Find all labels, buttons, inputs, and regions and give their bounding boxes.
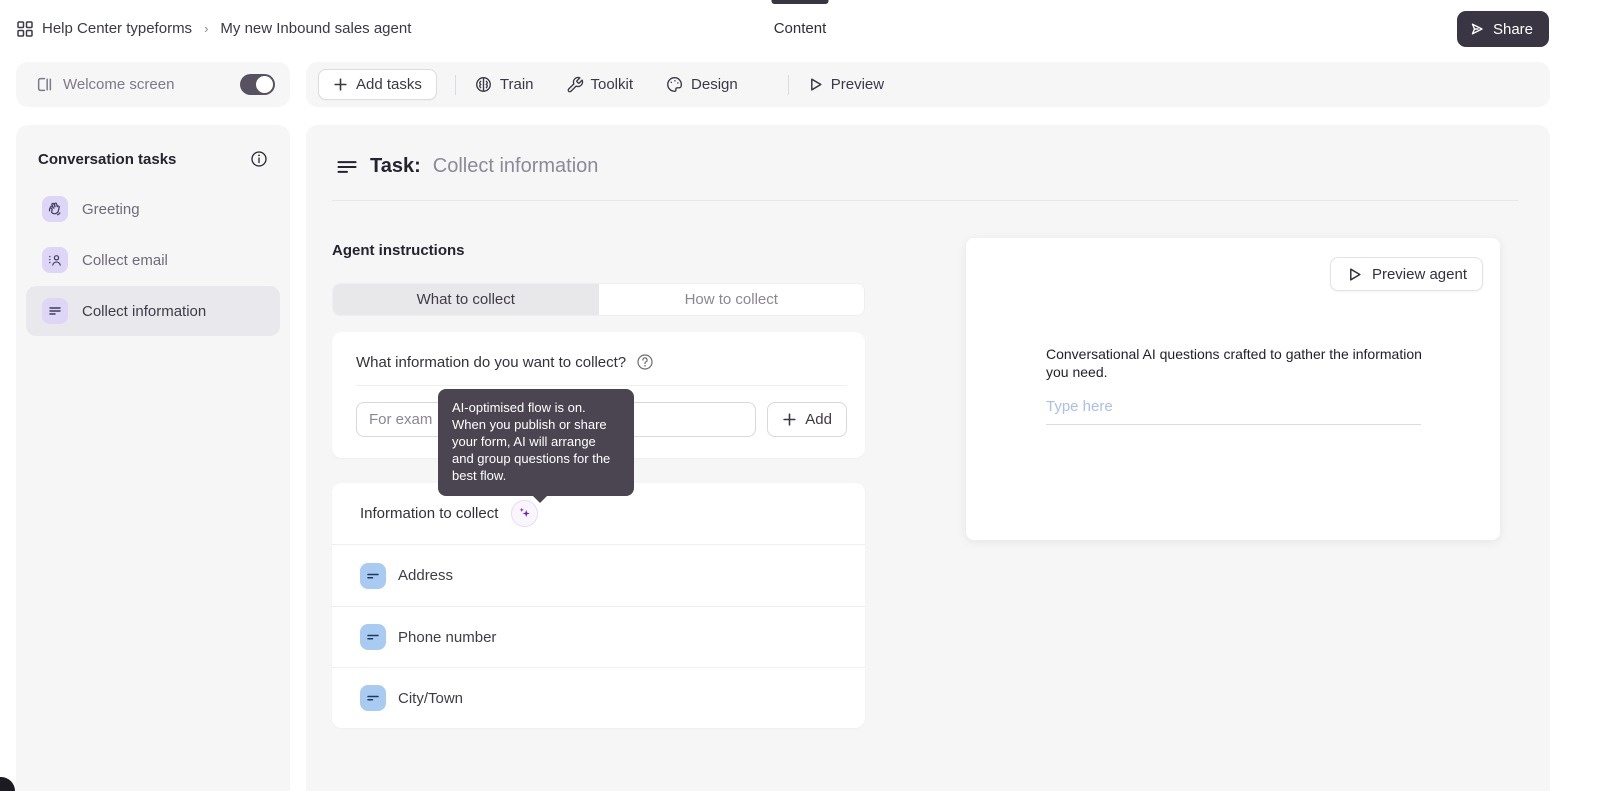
task-header: Task: Collect information (336, 155, 598, 178)
header-divider (332, 200, 1518, 201)
sidebar-item-label: Collect information (82, 302, 207, 320)
toolbar-preview-label: Preview (830, 76, 885, 93)
info-row-phone-number[interactable]: Phone number (332, 606, 865, 667)
sidebar-title: Conversation tasks (38, 150, 177, 168)
tooltip-line-2: When you publish or share your form, AI … (452, 416, 611, 483)
plus-icon (333, 77, 348, 92)
preview-agent-button[interactable]: Preview agent (1329, 257, 1483, 291)
info-card-title: Information to collect (360, 505, 499, 522)
sidebar-item-collect-information[interactable]: Collect information (26, 286, 280, 336)
tab-what-to-collect[interactable]: What to collect (333, 284, 599, 315)
top-bar: Help Center typeforms › My new Inbound s… (0, 0, 1600, 57)
sidebar-header: Conversation tasks (16, 125, 290, 168)
agent-instructions-label: Agent instructions (332, 242, 465, 259)
ai-flow-tooltip: AI-optimised flow is on. When you publis… (438, 389, 634, 504)
contact-icon (42, 247, 68, 273)
task-editor-panel: Task: Collect information Agent instruct… (306, 125, 1550, 791)
tooltip-line-1: AI-optimised flow is on. (452, 400, 586, 415)
ai-sparkle-icon[interactable] (511, 500, 539, 527)
welcome-screen-bar: Welcome screen (16, 62, 290, 107)
instruction-tabs: What to collect How to collect (332, 283, 865, 316)
sidebar-item-collect-email[interactable]: Collect email (26, 235, 280, 285)
tab-how-to-collect[interactable]: How to collect (598, 284, 864, 315)
short-text-icon (360, 685, 386, 711)
sidebar-item-greeting[interactable]: Greeting (26, 184, 280, 234)
collect-question-row: What information do you want to collect? (356, 353, 847, 371)
toolbar-design-label: Design (691, 76, 738, 93)
collect-question-label: What information do you want to collect? (356, 353, 627, 371)
add-tasks-label: Add tasks (356, 76, 422, 93)
preview-answer-input[interactable]: Type here (1046, 398, 1421, 425)
welcome-screen-toggle[interactable] (240, 74, 275, 95)
share-button[interactable]: Share (1456, 11, 1549, 47)
add-field-button[interactable]: Add (767, 402, 847, 437)
palette-icon (665, 75, 684, 94)
tab-content-label: Content (773, 20, 827, 37)
brain-icon (474, 75, 493, 94)
share-button-label: Share (1492, 20, 1533, 38)
sidebar-item-label: Collect email (82, 251, 168, 269)
breadcrumb-workspace[interactable]: Help Center typeforms (42, 20, 192, 37)
toolbar-toolkit-button[interactable]: Toolkit (566, 76, 634, 94)
toolbar-preview-button[interactable]: Preview (807, 76, 884, 93)
text-lines-icon (336, 156, 358, 178)
agent-preview-card: Preview agent Conversational AI question… (966, 238, 1500, 540)
task-title[interactable]: Collect information (433, 155, 599, 178)
toolbar-divider (454, 74, 456, 95)
plus-icon (782, 412, 797, 427)
agent-builder-app: Help Center typeforms › My new Inbound s… (0, 0, 1600, 791)
short-text-icon (360, 624, 386, 650)
sidebar-task-list: Greeting Collect email Collect informati… (16, 184, 290, 336)
info-row-city-town[interactable]: City/Town (332, 667, 865, 728)
information-to-collect-card: Information to collect Address Phone num… (332, 483, 865, 728)
tab-content[interactable]: Content (774, 0, 827, 57)
card-divider (356, 385, 847, 386)
add-tasks-button[interactable]: Add tasks (318, 69, 437, 100)
play-icon (807, 76, 824, 93)
preview-agent-label: Preview agent (1371, 265, 1467, 283)
toolbar-divider (787, 74, 789, 95)
send-icon (1469, 21, 1485, 37)
builder-toolbar: Add tasks Train Toolkit Design Preview (306, 62, 1550, 107)
toolbar-train-button[interactable]: Train (474, 75, 534, 94)
toggle-knob (256, 76, 273, 93)
chevron-right-icon: › (204, 21, 209, 36)
wave-icon (42, 196, 68, 222)
welcome-screen-icon (36, 76, 53, 93)
info-row-label: Address (398, 567, 454, 584)
wrench-icon (566, 76, 584, 94)
sidebar-item-label: Greeting (82, 200, 140, 218)
toolbar-toolkit-label: Toolkit (590, 76, 634, 93)
info-icon[interactable] (250, 150, 268, 168)
play-icon (1346, 266, 1363, 283)
preview-message: Conversational AI questions crafted to g… (1046, 346, 1422, 381)
grid-icon[interactable] (16, 20, 34, 38)
breadcrumb: Help Center typeforms › My new Inbound s… (16, 0, 411, 57)
dev-indicator-badge[interactable] (0, 777, 15, 791)
info-row-label: City/Town (398, 689, 464, 707)
task-prefix: Task: (370, 155, 421, 177)
breadcrumb-document-title[interactable]: My new Inbound sales agent (220, 20, 411, 37)
info-row-label: Phone number (398, 628, 497, 646)
short-text-icon (360, 562, 386, 589)
help-icon[interactable] (636, 353, 654, 371)
conversation-tasks-sidebar: Conversation tasks Greeting Collect emai… (16, 125, 290, 791)
info-row-address[interactable]: Address (332, 545, 865, 606)
welcome-screen-label: Welcome screen (63, 76, 175, 93)
toolbar-design-button[interactable]: Design (665, 75, 738, 94)
toolbar-train-label: Train (499, 76, 534, 93)
add-field-label: Add (805, 411, 832, 428)
text-lines-icon (42, 298, 68, 324)
tooltip-arrow (532, 495, 548, 504)
